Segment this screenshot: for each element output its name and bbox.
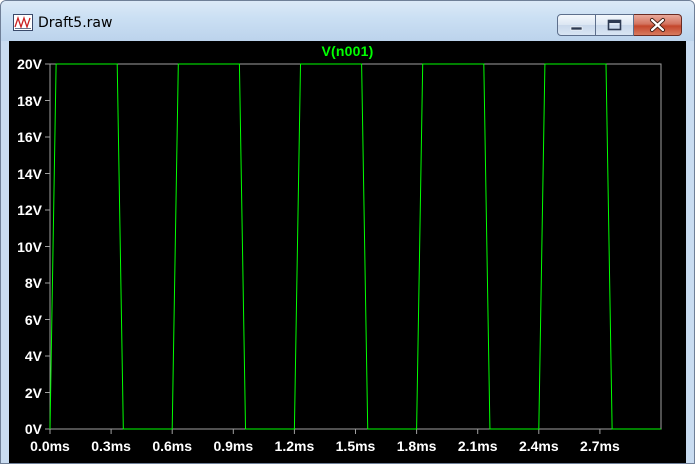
maximize-icon (607, 19, 622, 31)
x-tick-label: 2.7ms (580, 438, 620, 454)
waveform-viewer-window: Draft5.raw V(n001) 0V 2V 4V 6V 8V 10V 12… (0, 0, 695, 464)
plot-pane[interactable]: V(n001) 0V 2V 4V 6V 8V 10V 12V 14V 16V 18V 20V 0.0… (9, 41, 686, 464)
close-icon (650, 18, 665, 32)
x-tick-label: 0.3ms (91, 438, 131, 454)
y-tick-label: 4V (24, 348, 42, 364)
close-button[interactable] (634, 14, 682, 36)
x-tick-label: 0.9ms (213, 438, 254, 454)
y-tick-label: 0V (24, 421, 42, 437)
minimize-button[interactable] (557, 14, 596, 36)
y-tick-label: 8V (24, 275, 42, 291)
x-tick-label: 0.6ms (152, 438, 193, 454)
waveform-app-icon (13, 14, 33, 31)
y-tick-label: 18V (17, 92, 42, 109)
y-tick-label: 16V (17, 129, 42, 145)
x-tick-label: 1.2ms (274, 438, 315, 454)
y-tick-label: 2V (24, 384, 42, 401)
waveform-plot[interactable] (9, 41, 686, 464)
title-bar[interactable]: Draft5.raw (1, 1, 694, 41)
y-tick-label: 10V (17, 238, 42, 255)
caption-buttons (557, 14, 682, 36)
y-tick-label: 20V (17, 56, 42, 72)
maximize-button[interactable] (596, 14, 634, 36)
x-tick-label: 2.4ms (518, 438, 559, 454)
x-tick-label: 1.8ms (396, 438, 437, 454)
minimize-icon (570, 26, 583, 31)
y-tick-label: 14V (17, 165, 42, 182)
y-tick-label: 6V (24, 311, 42, 328)
window-title: Draft5.raw (38, 15, 113, 31)
x-tick-label: 2.1ms (457, 438, 498, 454)
plot-frame (49, 63, 662, 430)
trace-line-0 (49, 63, 661, 430)
x-tick-label: 1.5ms (335, 438, 376, 454)
y-tick-label: 12V (17, 202, 42, 218)
x-tick-label: 0.0ms (30, 438, 70, 454)
